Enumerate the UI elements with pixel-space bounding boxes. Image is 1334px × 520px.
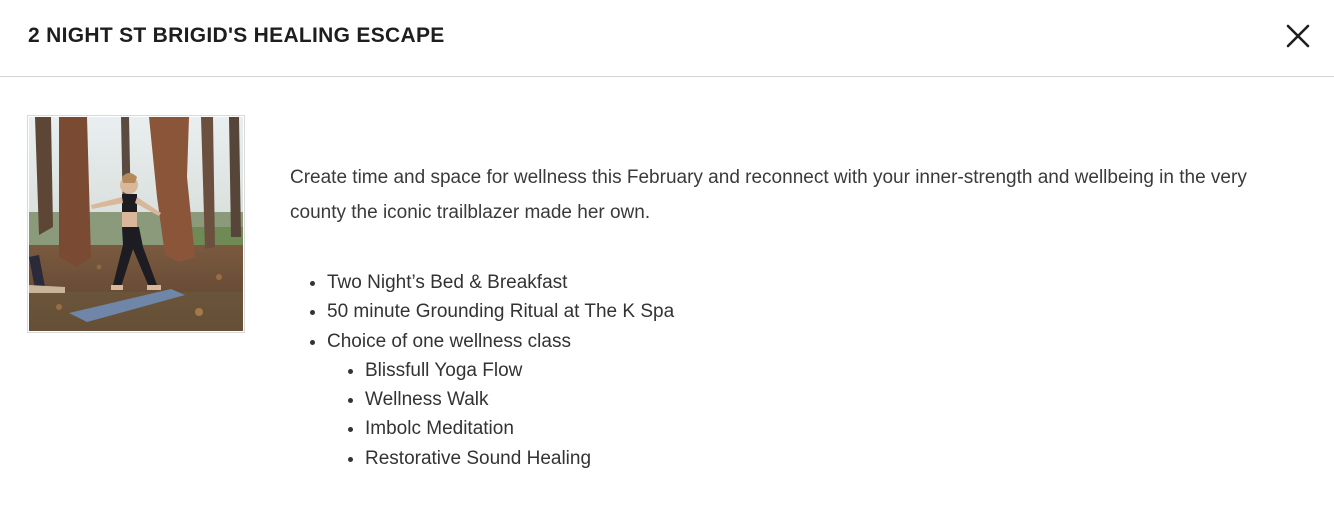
offer-image xyxy=(27,115,245,333)
list-item: Wellness Walk xyxy=(365,385,1300,414)
feature-list: Two Night’s Bed & Breakfast 50 minute Gr… xyxy=(290,268,1300,473)
list-item: Imbolc Meditation xyxy=(365,414,1300,443)
list-item: Blissfull Yoga Flow xyxy=(365,356,1300,385)
offer-intro: Create time and space for wellness this … xyxy=(290,167,1247,223)
offer-content: Create time and space for wellness this … xyxy=(290,160,1300,473)
list-item: Choice of one wellness class Blissfull Y… xyxy=(327,327,1300,473)
close-icon xyxy=(1286,24,1310,48)
list-item-label: Choice of one wellness class xyxy=(327,330,571,352)
offer-modal: 2 NIGHT ST BRIGID'S HEALING ESCAPE Creat… xyxy=(0,0,1334,520)
wellness-class-list: Blissfull Yoga Flow Wellness Walk Imbolc… xyxy=(327,356,1300,473)
list-item: 50 minute Grounding Ritual at The K Spa xyxy=(327,297,1300,326)
modal-header: 2 NIGHT ST BRIGID'S HEALING ESCAPE xyxy=(0,0,1334,77)
yoga-in-forest-photo xyxy=(29,117,243,331)
list-item: Two Night’s Bed & Breakfast xyxy=(327,268,1300,297)
close-button[interactable] xyxy=(1280,18,1316,54)
modal-title: 2 NIGHT ST BRIGID'S HEALING ESCAPE xyxy=(28,24,445,47)
list-item: Restorative Sound Healing xyxy=(365,444,1300,473)
